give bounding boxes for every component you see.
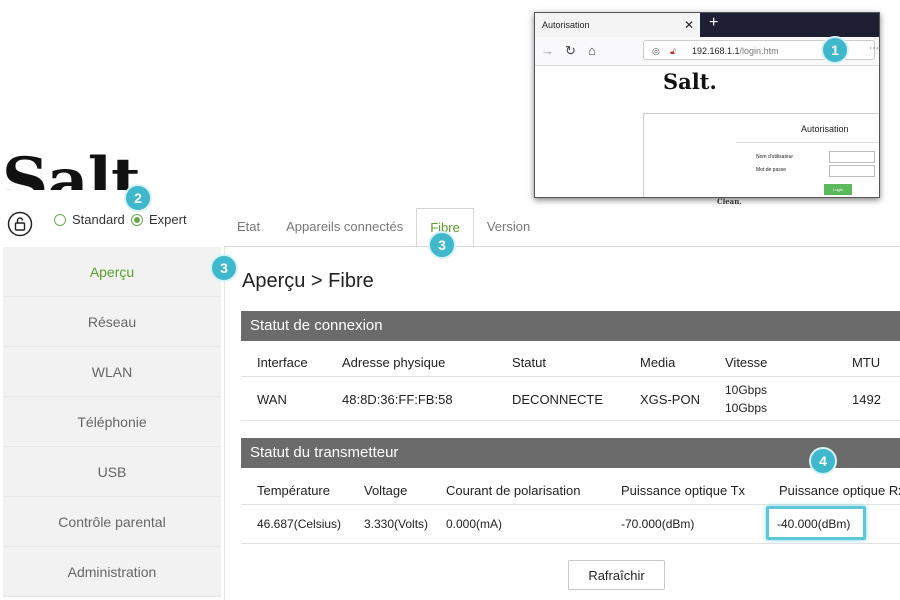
step-badge-4: 4 xyxy=(809,447,837,475)
expert-radio[interactable] xyxy=(131,213,143,226)
column-header-courant: Courant de polarisation xyxy=(446,483,581,498)
salt-logo-text: Salt. xyxy=(2,144,152,191)
column-header-vitesse: Vitesse xyxy=(725,355,768,370)
forward-arrow-icon[interactable]: → xyxy=(541,43,554,58)
table-divider xyxy=(241,504,900,505)
step-badge-3: 3 xyxy=(210,254,238,282)
insecure-lock-icon: 🔓︎ xyxy=(670,46,676,56)
url-host: 192.168.1.1 xyxy=(692,46,740,56)
sidebar-item-telephonie[interactable]: Téléphonie xyxy=(3,397,221,447)
step-badge-2: 2 xyxy=(124,184,152,212)
inset-salt-logo: Salt. xyxy=(663,69,717,94)
refresh-button[interactable]: Rafraîchir xyxy=(568,560,665,590)
password-label: Mot de passe xyxy=(756,167,787,173)
browser-tab-bar: Autorisation ✕ + xyxy=(535,13,879,37)
cell-tx-power: -70.000(dBm) xyxy=(621,517,695,531)
tab-divider xyxy=(224,246,900,247)
standard-label: Standard xyxy=(72,212,125,227)
cell-voltage: 3.330(Volts) xyxy=(364,517,429,531)
sidebar-item-administration[interactable]: Administration xyxy=(3,547,221,597)
column-header-statut: Statut xyxy=(512,355,546,370)
cell-speed-down: 10Gbps xyxy=(725,401,768,415)
tab-version[interactable]: Version xyxy=(474,208,543,248)
shield-icon: ◎ xyxy=(652,46,660,56)
page-title: Aperçu > Fibre xyxy=(242,270,374,292)
close-icon[interactable]: ✕ xyxy=(684,13,694,37)
step-badge-1: 1 xyxy=(821,36,849,64)
cell-media: XGS-PON xyxy=(640,392,700,407)
column-header-temperature: Température xyxy=(257,483,330,498)
cell-interface: WAN xyxy=(257,392,287,407)
login-panel: Autorisation Nom d'utilisateur Mot de pa… xyxy=(643,113,879,197)
sidebar-item-apercu[interactable]: Aperçu xyxy=(3,247,221,297)
section-header-transmetteur: Statut du transmetteur xyxy=(241,438,900,468)
cell-mac-address: 48:8D:36:FF:FB:58 xyxy=(342,392,453,407)
column-header-adresse: Adresse physique xyxy=(342,355,446,370)
sidebar-item-usb[interactable]: USB xyxy=(3,447,221,497)
sidebar: Aperçu Réseau WLAN Téléphonie USB Contrô… xyxy=(3,247,221,597)
expert-label: Expert xyxy=(149,212,187,227)
column-header-puissance-rx: Puissance optique Rx xyxy=(779,483,900,498)
login-button[interactable]: Login xyxy=(824,184,852,195)
salt-logo: Salt. xyxy=(2,128,152,191)
browser-tab[interactable]: Autorisation ✕ xyxy=(535,13,700,37)
mode-standard-option[interactable]: Standard xyxy=(54,212,125,227)
rx-power-highlight xyxy=(766,506,866,540)
cell-temperature: 46.687(Celsius) xyxy=(257,517,342,531)
table-divider xyxy=(241,420,900,421)
table-divider xyxy=(241,376,900,377)
sidebar-item-reseau[interactable]: Réseau xyxy=(3,297,221,347)
url-path: /login.htm xyxy=(739,46,779,56)
cell-speed-up: 10Gbps xyxy=(725,383,768,397)
reload-icon[interactable]: ↻ xyxy=(565,43,576,59)
tab-appareils-connectes[interactable]: Appareils connectés xyxy=(273,208,416,248)
cell-bias-current: 0.000(mA) xyxy=(446,517,503,531)
clean-tagline: Clean. xyxy=(717,197,742,206)
table-divider xyxy=(241,543,900,544)
top-tabs: Etat Appareils connectés Fibre Version xyxy=(224,208,543,248)
step-badge-3: 3 xyxy=(428,231,456,259)
unlock-icon[interactable] xyxy=(7,211,33,237)
mode-expert-option[interactable]: Expert xyxy=(131,212,187,227)
login-divider xyxy=(736,142,879,143)
username-field[interactable] xyxy=(829,151,875,163)
column-header-media: Media xyxy=(640,355,676,370)
column-header-voltage: Voltage xyxy=(364,483,408,498)
sidebar-item-wlan[interactable]: WLAN xyxy=(3,347,221,397)
tab-etat[interactable]: Etat xyxy=(224,208,273,248)
browser-tab-title: Autorisation xyxy=(542,20,590,30)
password-field[interactable] xyxy=(829,165,875,177)
standard-radio[interactable] xyxy=(54,213,66,226)
more-icon[interactable]: ⋯ xyxy=(869,43,879,54)
new-tab-icon[interactable]: + xyxy=(709,14,718,32)
section-header-connexion: Statut de connexion xyxy=(241,311,900,341)
cell-mtu: 1492 xyxy=(852,392,881,407)
column-header-interface: Interface xyxy=(257,355,308,370)
column-header-mtu: MTU xyxy=(852,355,881,370)
home-icon[interactable]: ⌂ xyxy=(588,43,596,58)
cell-status: DECONNECTE xyxy=(512,392,604,407)
column-header-puissance-tx: Puissance optique Tx xyxy=(621,483,746,498)
sidebar-divider xyxy=(224,247,225,600)
username-label: Nom d'utilisateur xyxy=(756,154,794,160)
sidebar-item-controle-parental[interactable]: Contrôle parental xyxy=(3,497,221,547)
login-title: Autorisation xyxy=(801,124,849,134)
